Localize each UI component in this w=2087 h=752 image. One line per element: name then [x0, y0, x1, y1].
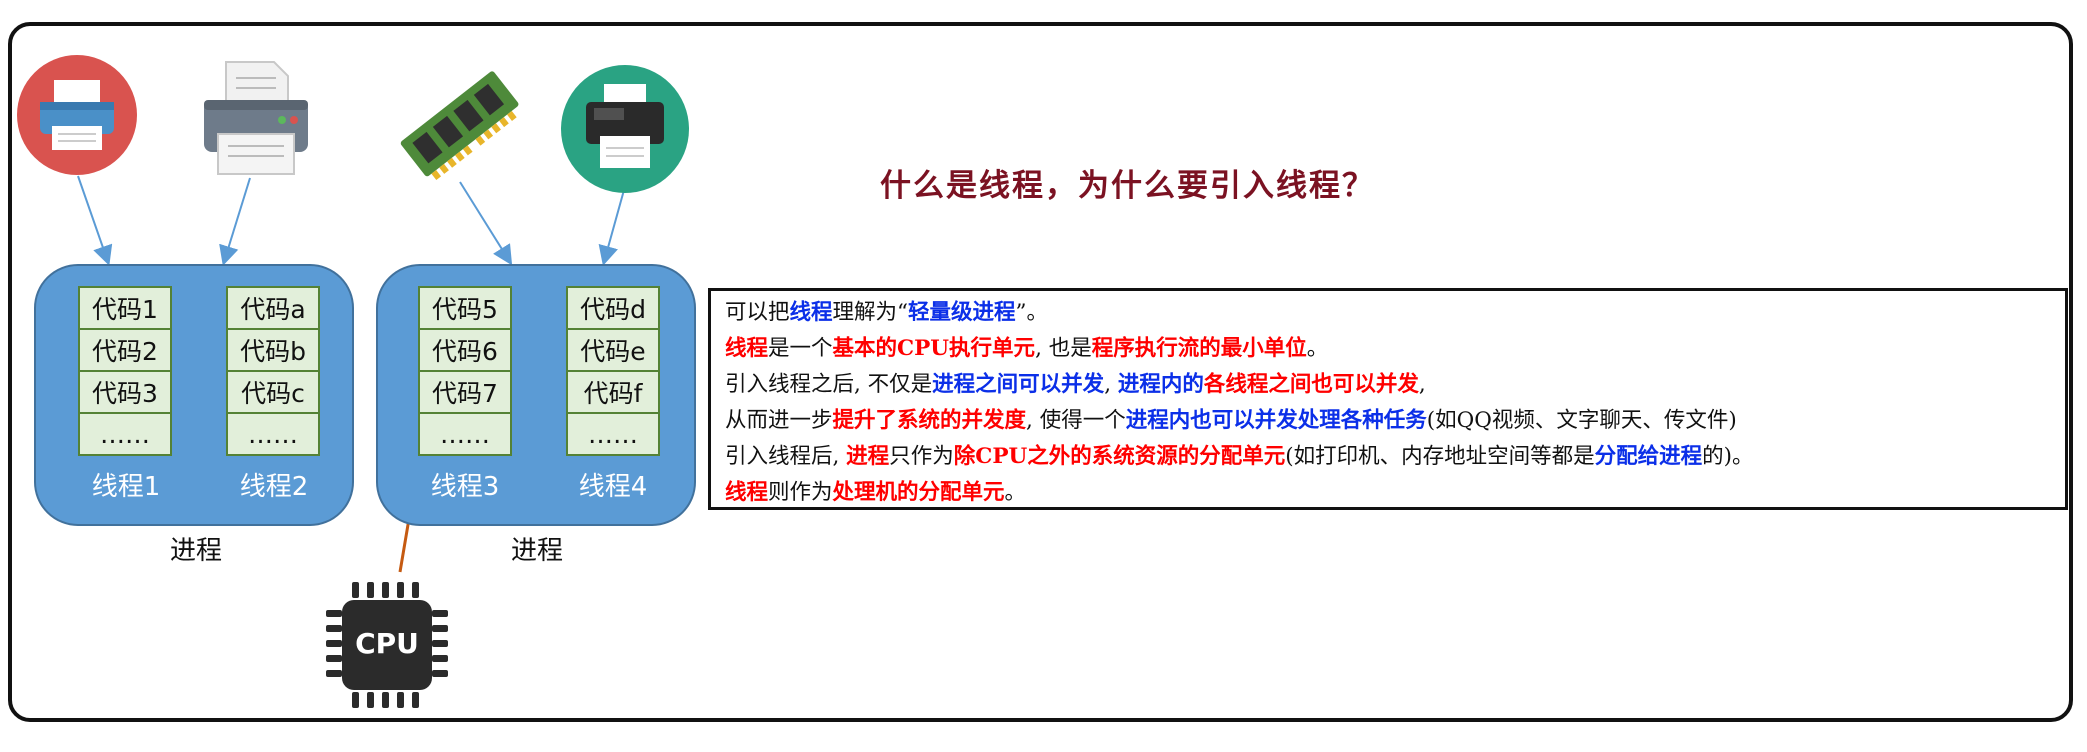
explanation-segment: 。 [1004, 480, 1027, 505]
arrow-printer2-to-process1 [219, 177, 251, 266]
code-cell: 代码2 [78, 328, 172, 372]
explanation-segment: 各线程之间也可以并发 [1203, 372, 1419, 397]
explanation-segment: (如QQ视频、文字聊天、传文件) [1426, 408, 1737, 433]
explanation-segment: 。 [1306, 336, 1329, 361]
explanation-segment: , [1418, 372, 1426, 397]
process-box-2: 代码5 代码6 代码7 …… 代码d 代码e 代码f …… 线程3 线程4 [376, 264, 696, 526]
explanation-line: 可以把线程理解为“轻量级进程”。 [725, 295, 2051, 331]
explanation-line: 引入线程后, 进程只作为除CPU之外的系统资源的分配单元(如打印机、内存地址空间… [725, 439, 2051, 475]
explanation-line: 从而进一步提升了系统的并发度, 使得一个进程内也可以并发处理各种任务(如QQ视频… [725, 403, 2051, 439]
thread-2-column: 代码a 代码b 代码c …… [226, 286, 320, 456]
explanation-segment: 是一个 [768, 336, 833, 361]
process-box-1: 代码1 代码2 代码3 …… 代码a 代码b 代码c …… 线程1 线程2 [34, 264, 354, 526]
explanation-line: 线程是一个基本的CPU执行单元, 也是程序执行流的最小单位。 [725, 331, 2051, 367]
code-cell: 代码6 [418, 328, 512, 372]
explanation-segment: 可以把 [725, 300, 790, 325]
printer-gray-icon [196, 58, 316, 182]
code-cell: 代码7 [418, 370, 512, 414]
explanation-segment: , 也是 [1035, 336, 1092, 361]
code-cell: 代码b [226, 328, 320, 372]
code-cell: 代码5 [418, 286, 512, 330]
code-cell: …… [78, 412, 172, 456]
thread-label: 线程4 [578, 472, 648, 502]
explanation-segment: 进程内也可以并发处理各种任务 [1125, 408, 1427, 433]
process-label: 进程 [510, 536, 563, 566]
explanation-segment: 的)。 [1702, 444, 1754, 469]
explanation-segment: 处理机的分配单元 [832, 480, 1005, 505]
explanation-segment: , [1104, 372, 1118, 397]
code-cell: 代码e [566, 328, 660, 372]
printer-red-icon [16, 54, 138, 180]
explanation-segment: 提升了系统的并发度 [832, 408, 1027, 433]
explanation-segment: 基本的CPU执行单元 [832, 336, 1036, 361]
code-cell: 代码d [566, 286, 660, 330]
memory-stick-icon [396, 62, 522, 188]
code-cell: 代码3 [78, 370, 172, 414]
explanation-segment: 理解为“ [832, 300, 909, 325]
explanation-segment: 程序执行流的最小单位 [1091, 336, 1307, 361]
thread-4-column: 代码d 代码e 代码f …… [566, 286, 660, 456]
explanation-segment: 引入线程之后, 不仅是 [725, 372, 933, 397]
thread-3-column: 代码5 代码6 代码7 …… [418, 286, 512, 456]
process-label: 进程 [169, 536, 222, 566]
arrow-printer3-to-process2 [598, 189, 625, 266]
thread-label: 线程3 [430, 472, 500, 502]
thread-label: 线程2 [239, 472, 309, 502]
explanation-segment: 除CPU之外的系统资源的分配单元 [953, 444, 1286, 469]
explanation-lines: 可以把线程理解为“轻量级进程”。 线程是一个基本的CPU执行单元, 也是程序执行流… [725, 295, 2051, 511]
thread-1-column: 代码1 代码2 代码3 …… [78, 286, 172, 456]
page-title: 什么是线程，为什么要引入线程？ [880, 168, 1375, 204]
explanation-segment: 进程之间可以并发 [932, 372, 1105, 397]
code-cell: 代码c [226, 370, 320, 414]
code-cell: 代码f [566, 370, 660, 414]
printer-teal-icon [560, 64, 690, 198]
arrow-memory-to-process2 [459, 181, 513, 266]
explanation-segment: ”。 [1015, 300, 1049, 325]
explanation-segment: 线程 [789, 300, 833, 325]
code-cell: 代码1 [78, 286, 172, 330]
explanation-segment: (如打印机、内存地址空间等都是 [1285, 444, 1595, 469]
arrow-printer1-to-process1 [77, 175, 113, 266]
explanation-segment: 轻量级进程 [908, 300, 1016, 325]
explanation-segment: 则作为 [768, 480, 833, 505]
explanation-segment: 进程内的 [1117, 372, 1204, 397]
code-cell: 代码a [226, 286, 320, 330]
explanation-line: 引入线程之后, 不仅是进程之间可以并发, 进程内的各线程之间也可以并发, [725, 367, 2051, 403]
explanation-segment: 进程 [846, 444, 890, 469]
thread-label: 线程1 [91, 472, 161, 502]
cpu-label: CPU [355, 627, 419, 660]
explanation-segment: 引入线程后, [725, 444, 847, 469]
explanation-segment: 从而进一步 [725, 408, 833, 433]
code-cell: …… [226, 412, 320, 456]
explanation-segment: 线程 [725, 480, 769, 505]
code-cell: …… [566, 412, 660, 456]
code-cell: …… [418, 412, 512, 456]
explanation-segment: 分配给进程 [1594, 444, 1703, 469]
explanation-box: 可以把线程理解为“轻量级进程”。 线程是一个基本的CPU执行单元, 也是程序执行流… [708, 288, 2068, 510]
explanation-segment: 只作为 [889, 444, 954, 469]
explanation-segment: , 使得一个 [1026, 408, 1126, 433]
explanation-segment: 线程 [725, 336, 769, 361]
explanation-line: 线程则作为处理机的分配单元。 [725, 475, 2051, 511]
